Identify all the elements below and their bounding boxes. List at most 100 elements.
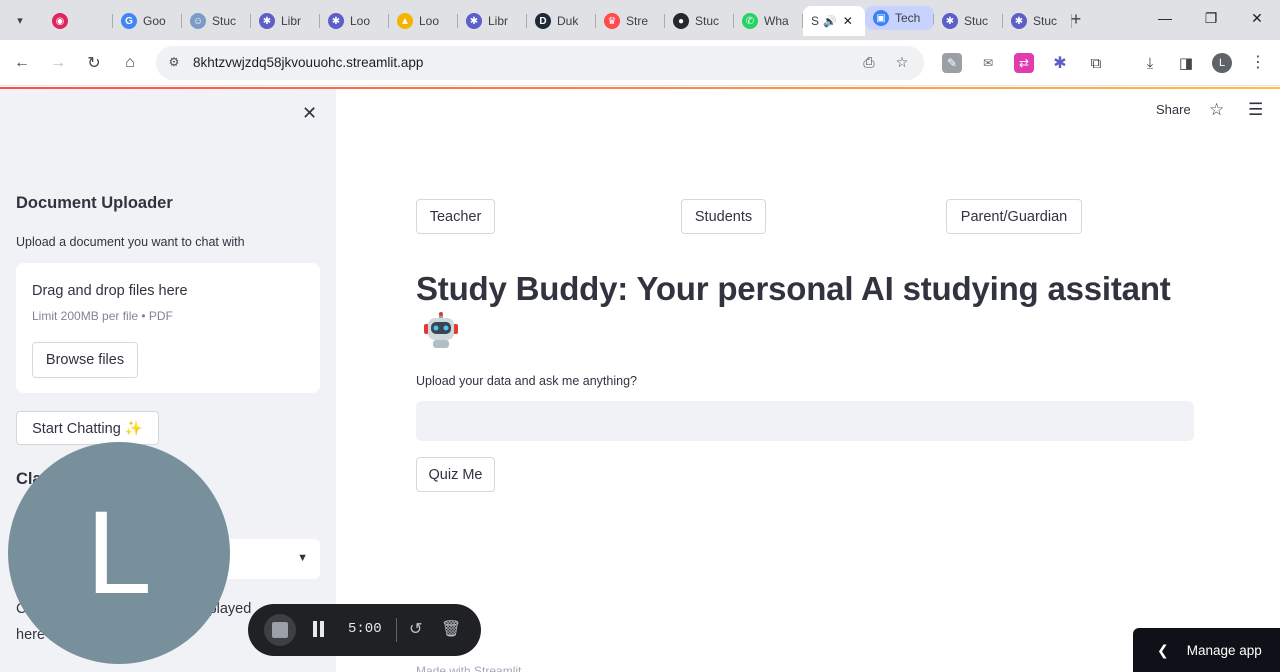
tab-title: S: [811, 14, 820, 28]
browser-menu-icon[interactable]: ⋮: [1250, 52, 1266, 72]
browse-files-button[interactable]: Browse files: [32, 342, 138, 378]
extension-gear-icon[interactable]: ✱: [1050, 53, 1070, 73]
bookmark-star-icon[interactable]: ☆: [893, 54, 911, 72]
recorder-divider: [396, 618, 397, 642]
tab-title: Stuc: [964, 14, 989, 28]
d-icon: D: [535, 13, 551, 29]
tab-search-button[interactable]: ▾: [8, 8, 32, 32]
favorite-star-icon[interactable]: ☆: [1209, 100, 1224, 120]
gear-icon: ✱: [1011, 13, 1027, 29]
reload-button[interactable]: ↻: [83, 52, 105, 74]
start-chatting-button[interactable]: Start Chatting ✨: [16, 411, 159, 445]
home-button[interactable]: ⌂: [119, 52, 141, 74]
browser-tab[interactable]: ◉: [44, 6, 113, 36]
webcam-avatar-bubble[interactable]: L: [8, 442, 230, 664]
teacher-button[interactable]: Teacher: [416, 199, 495, 234]
dropzone-limit: Limit 200MB per file • PDF: [32, 309, 173, 323]
tab-title: Libr: [488, 14, 509, 28]
extension-pen-icon[interactable]: ✎: [942, 53, 962, 73]
tab-title: Tech: [895, 11, 921, 25]
site-info-icon[interactable]: ⚙: [166, 55, 182, 71]
restore-button[interactable]: ❐: [1199, 10, 1223, 27]
quiz-me-button[interactable]: Quiz Me: [416, 457, 495, 492]
browser-tab[interactable]: ✱ Stuc: [934, 6, 1003, 36]
speaker-icon[interactable]: 🔊: [823, 15, 837, 28]
sidebar-heading: Document Uploader: [16, 194, 173, 212]
browser-tab[interactable]: ✱ Libr: [458, 6, 527, 36]
trash-icon[interactable]: 🗑: [441, 619, 461, 639]
sidebar-close-button[interactable]: ✕: [302, 103, 317, 124]
chevron-left-icon: ❮: [1157, 641, 1169, 658]
record-icon: ◉: [52, 13, 68, 29]
tab-title: Duk: [557, 14, 579, 28]
browser-tab[interactable]: ▲ Loo: [389, 6, 458, 36]
browser-tab-bar: ▾ ◉ G Goo ☺ Stuc ✱ Libr ✱ Loo ▲ Loo ✱ Libr D Duk ♛ Stre ●…: [0, 0, 1280, 40]
address-bar[interactable]: ⚙ 8khtzvwjzdq58jkvouuohc.streamlit.app ⎙…: [156, 46, 924, 80]
stop-recording-button[interactable]: [264, 614, 296, 646]
students-button[interactable]: Students: [681, 199, 766, 234]
file-dropzone[interactable]: Drag and drop files here Limit 200MB per…: [16, 263, 320, 393]
parent-guardian-button[interactable]: Parent/Guardian: [946, 199, 1082, 234]
minimize-button[interactable]: —: [1153, 10, 1177, 26]
extension-mail-icon[interactable]: ✉: [978, 53, 998, 73]
browser-tab[interactable]: G Goo: [113, 6, 182, 36]
upload-label: Upload your data and ask me anything?: [416, 374, 637, 388]
sidebar-subtitle: Upload a document you want to chat with: [16, 235, 245, 249]
browser-tab[interactable]: ▣ Tech: [865, 6, 934, 30]
browser-tab[interactable]: D Duk: [527, 6, 596, 36]
extension-sync-icon[interactable]: ⇄: [1014, 53, 1034, 73]
dropzone-title: Drag and drop files here: [32, 283, 188, 299]
tab-title: Goo: [143, 14, 166, 28]
google-icon: G: [121, 13, 137, 29]
gear-icon: ✱: [328, 13, 344, 29]
tab-active[interactable]: S 🔊 ✕: [803, 6, 865, 36]
browser-tab[interactable]: ● Stuc: [665, 6, 734, 36]
side-panel-icon[interactable]: ◨: [1176, 53, 1196, 73]
whatsapp-icon: ✆: [742, 13, 758, 29]
close-icon: ✕: [302, 103, 318, 123]
browser-tab[interactable]: ♛ Stre: [596, 6, 665, 36]
install-app-icon[interactable]: ⎙: [860, 54, 878, 72]
browser-toolbar: ← → ↻ ⌂ ⚙ 8khtzvwjzdq58jkvouuohc.streaml…: [0, 40, 1280, 86]
share-button[interactable]: Share: [1156, 102, 1191, 122]
crown-icon: ♛: [604, 13, 620, 29]
pause-icon[interactable]: [312, 621, 326, 637]
extensions-puzzle-icon[interactable]: ⧉: [1086, 53, 1106, 73]
close-window-button[interactable]: ✕: [1245, 10, 1269, 27]
home-icon: ⌂: [125, 54, 135, 71]
app-menu-icon[interactable]: ☰: [1248, 100, 1263, 120]
chevron-down-icon: ▾: [17, 14, 23, 27]
profile-avatar[interactable]: L: [1212, 53, 1232, 73]
browser-tab[interactable]: ☺ Stuc: [182, 6, 251, 36]
page-title: Study Buddy: Your personal AI studying a…: [416, 270, 1171, 307]
arrow-left-icon: ←: [14, 54, 30, 71]
plus-icon: +: [1070, 8, 1082, 29]
tab-title: Stuc: [695, 14, 720, 28]
reload-icon: ↻: [87, 55, 101, 72]
gear-icon: ✱: [942, 13, 958, 29]
new-tab-button[interactable]: +: [1066, 9, 1086, 29]
restart-icon[interactable]: ↺: [409, 619, 422, 639]
recording-timer: 5:00: [348, 621, 382, 637]
download-icon[interactable]: ⤓: [1140, 53, 1160, 73]
browser-tab[interactable]: ✱ Libr: [251, 6, 320, 36]
back-button[interactable]: ←: [11, 52, 33, 74]
tech-icon: ▣: [873, 10, 889, 26]
manage-app-label: Manage app: [1186, 642, 1262, 658]
forward-button[interactable]: →: [47, 52, 69, 74]
browser-tab[interactable]: ✱ Stuc: [1003, 6, 1072, 36]
tab-title: Stre: [626, 14, 649, 28]
footer-made-with[interactable]: Made with Streamlit: [416, 664, 521, 672]
tab-close-icon[interactable]: ✕: [843, 14, 853, 28]
question-input[interactable]: [416, 401, 1194, 441]
gear-icon: ✱: [259, 13, 275, 29]
robot-icon: [424, 312, 458, 348]
arrow-right-icon: →: [50, 54, 66, 71]
tab-title: Loo: [419, 14, 440, 28]
manage-app-button[interactable]: ❮ Manage app: [1133, 628, 1280, 672]
browser-tab[interactable]: ✆ Wha: [734, 6, 803, 36]
browser-tab[interactable]: ✱ Loo: [320, 6, 389, 36]
github-icon: ●: [673, 13, 689, 29]
url-text[interactable]: 8khtzvwjzdq58jkvouuohc.streamlit.app: [193, 55, 423, 70]
drive-icon: ▲: [397, 13, 413, 29]
